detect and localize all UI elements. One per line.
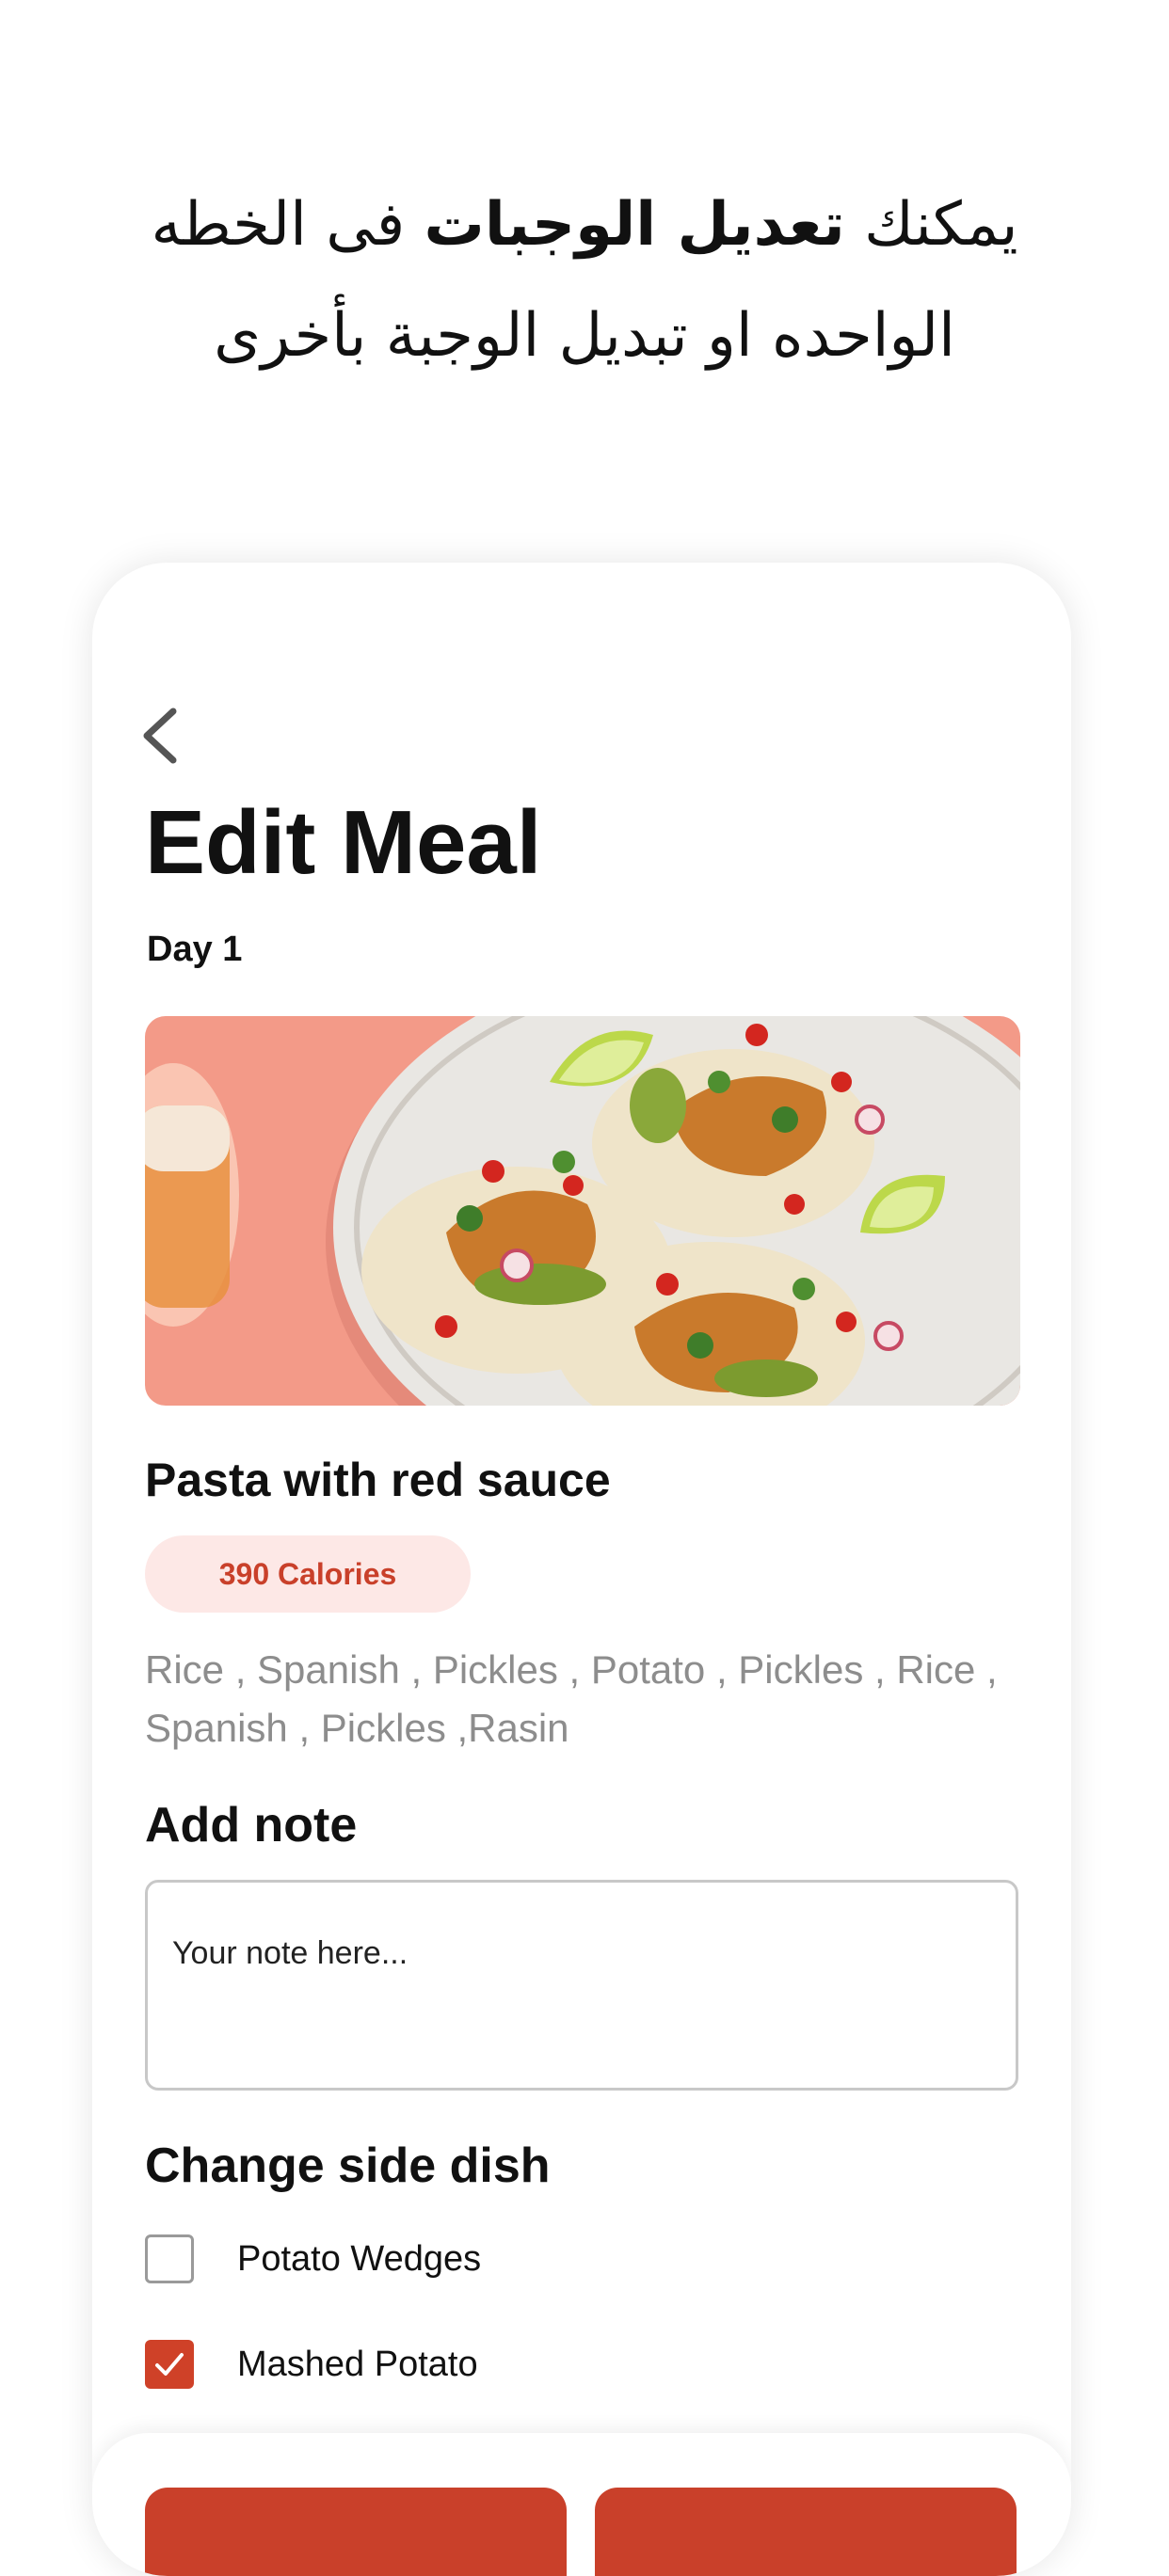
promo-line-1-bold: تعديل الوجبات [424, 190, 845, 260]
back-button[interactable] [137, 702, 183, 770]
change-side-dish-title: Change side dish [145, 2139, 551, 2193]
side-option-potato-wedges[interactable]: Potato Wedges [145, 2232, 481, 2286]
phone-screen-card: Edit Meal Day 1 Pasta with red sauce 390… [92, 563, 1071, 2576]
page-title: Edit Meal [145, 792, 542, 893]
note-input[interactable]: Your note here... [145, 1880, 1018, 2091]
checkbox-unchecked[interactable] [145, 2234, 194, 2283]
primary-action-button-right[interactable] [595, 2488, 1017, 2576]
side-option-label: Mashed Potato [237, 2344, 478, 2384]
ingredients-list: Rice , Spanish , Pickles , Potato , Pick… [145, 1647, 998, 1750]
promo-headline: يمكنك تعديل الوجبات فى الخطه الواحده او … [56, 169, 1113, 391]
primary-action-button-left[interactable] [145, 2488, 567, 2576]
chevron-left-icon [143, 708, 177, 764]
checkmark-icon [155, 2353, 184, 2376]
meal-image [145, 1016, 1020, 1406]
side-option-label: Potato Wedges [237, 2238, 482, 2279]
promo-line-1-suffix: فى الخطه [151, 190, 406, 260]
day-label: Day 1 [147, 930, 243, 969]
calories-badge: 390 Calories [145, 1535, 471, 1613]
side-option-mashed-potato[interactable]: Mashed Potato [145, 2337, 478, 2392]
checkbox-checked[interactable] [145, 2340, 194, 2389]
bottom-action-bar [92, 2433, 1071, 2576]
meal-name: Pasta with red sauce [145, 1454, 611, 1506]
promo-line-2: الواحده او تبديل الوجبة بأخرى [214, 301, 955, 371]
promo-line-1: يمكنك تعديل الوجبات فى الخطه [56, 169, 1113, 280]
promo-line-1-prefix: يمكنك [864, 190, 1018, 260]
add-note-title: Add note [145, 1798, 358, 1852]
